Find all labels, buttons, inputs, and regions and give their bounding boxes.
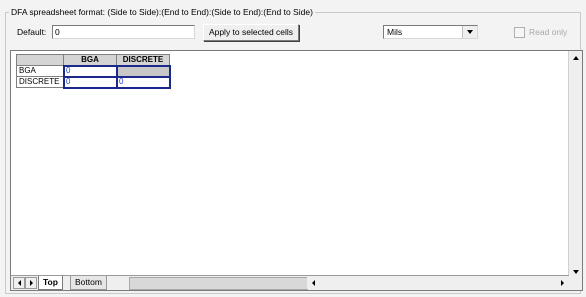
scroll-up-button[interactable] — [569, 51, 582, 64]
chevron-down-icon — [467, 30, 473, 34]
tab-scroll-left-button[interactable] — [13, 277, 25, 289]
sheet-tab-bar: Top Bottom — [11, 275, 569, 290]
arrow-left-icon — [312, 279, 315, 286]
column-header-bga[interactable]: BGA — [63, 54, 117, 66]
arrow-right-icon — [561, 279, 564, 286]
default-value-input[interactable]: 0 — [52, 25, 195, 39]
read-only-label: Read only — [529, 27, 568, 37]
corner-cell[interactable] — [16, 54, 64, 66]
group-caption: DFA spreadsheet format: (Side to Side):(… — [9, 6, 315, 18]
row-header-bga[interactable]: BGA — [16, 65, 64, 77]
scroll-down-button[interactable] — [569, 265, 582, 278]
read-only-checkbox[interactable]: Read only — [514, 26, 567, 38]
scroll-left-button[interactable] — [307, 276, 320, 289]
table-row: BGA 0 — [16, 64, 171, 78]
apply-to-selected-cells-button[interactable]: Apply to selected cells — [203, 24, 299, 41]
column-header-discrete[interactable]: DISCRETE — [116, 54, 170, 66]
checkbox-box[interactable] — [514, 26, 525, 38]
dropdown-arrow-button[interactable] — [462, 26, 477, 38]
header-row: BGA DISCRETE — [16, 54, 170, 66]
cell-bga-bga[interactable]: 0 — [62, 64, 118, 78]
spreadsheet-grid: BGA DISCRETE BGA 0 DISCRETE 0 0 Top Bott… — [10, 50, 583, 291]
arrow-left-icon — [17, 280, 21, 286]
cell-discrete-discrete[interactable]: 0 — [115, 75, 171, 89]
default-label: Default: — [17, 27, 47, 37]
arrow-right-icon — [29, 280, 33, 286]
table-row: DISCRETE 0 0 — [16, 75, 171, 89]
clearance-table: BGA DISCRETE BGA 0 DISCRETE 0 0 — [16, 54, 171, 89]
arrow-up-icon — [572, 55, 579, 60]
arrow-down-icon — [572, 269, 579, 274]
tab-scroll-right-button[interactable] — [25, 277, 37, 289]
cell-discrete-bga[interactable]: 0 — [62, 75, 118, 89]
units-selected-value: Mils — [387, 27, 403, 37]
tab-bottom[interactable]: Bottom — [70, 276, 107, 290]
row-header-discrete[interactable]: DISCRETE — [16, 76, 64, 88]
cell-bga-discrete[interactable] — [115, 64, 171, 78]
units-dropdown[interactable]: Mils — [383, 25, 478, 39]
scroll-right-button[interactable] — [556, 276, 569, 289]
vertical-scrollbar[interactable] — [568, 51, 582, 290]
horizontal-scrollbar-track[interactable] — [129, 277, 308, 290]
dfa-spreadsheet-panel: DFA spreadsheet format: (Side to Side):(… — [0, 0, 586, 297]
tab-top[interactable]: Top — [38, 276, 63, 290]
